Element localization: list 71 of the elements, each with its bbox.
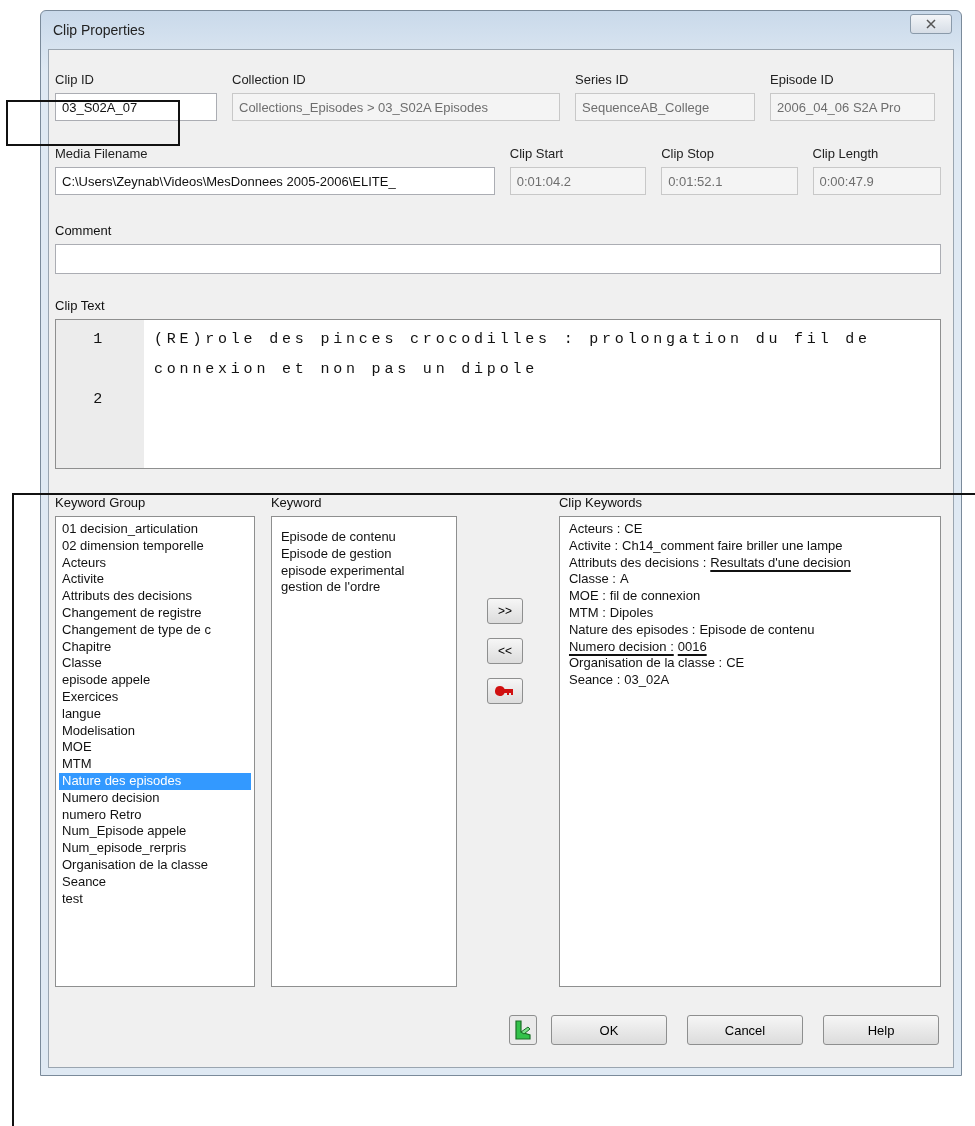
list-box[interactable]: Episode de contenu Episode de gestion episode experimental gestion de l'ordre — [270, 516, 457, 987]
field-label: Series ID — [575, 72, 630, 88]
field-label: Collection ID — [232, 72, 307, 88]
line-number: 2 — [92, 390, 107, 410]
text-field[interactable] — [55, 244, 941, 274]
list-item[interactable]: Num_episode_rerpris — [59, 840, 190, 857]
list-item[interactable]: MTM — [59, 756, 95, 773]
field-label: Clip Stop — [661, 146, 715, 162]
list-item[interactable]: Seance : 03_02A — [566, 672, 673, 689]
move-button[interactable]: << — [487, 638, 523, 664]
field-label: Clip Start — [509, 146, 565, 162]
list-item[interactable]: Seance — [59, 873, 110, 891]
list-item[interactable]: Chapitre — [59, 638, 115, 656]
list-item[interactable]: Attributs des decisions : Resultats d'une decision — [566, 554, 854, 572]
text-editor[interactable]: 1 2 (RE)role des pinces crocodilles : prolongation du fil de connexion et non pas un dipole — [55, 319, 941, 469]
list-item[interactable]: MOE : fil de connexion — [566, 588, 704, 605]
list-label: Keyword — [270, 495, 323, 511]
close-icon — [926, 19, 936, 29]
move-button[interactable]: >> — [487, 598, 523, 624]
field-label: Clip Length — [812, 146, 880, 162]
list-item[interactable]: gestion de l'ordre — [277, 579, 384, 597]
close-button[interactable] — [910, 14, 952, 34]
dialog-button[interactable]: OK — [551, 1015, 667, 1045]
list-item[interactable]: numero Retro — [59, 806, 145, 824]
list-label: Clip Keywords — [559, 495, 644, 511]
list-item[interactable]: Activite : Ch14_comment faire briller une lampe — [566, 537, 846, 555]
field-label: Media Filename — [55, 146, 149, 162]
field-label: Clip Text — [55, 298, 106, 314]
list-item[interactable]: episode experimental — [277, 562, 408, 580]
field-label: Episode ID — [770, 72, 835, 88]
list-box[interactable] — [559, 516, 941, 987]
list-item[interactable]: Exercices — [59, 688, 122, 706]
list-item[interactable]: Episode de gestion — [277, 545, 395, 563]
dialog-button[interactable]: Help — [823, 1015, 939, 1045]
list-item[interactable]: Nature des episodes : Episode de contenu — [566, 621, 818, 639]
list-item[interactable]: Num_Episode appele — [59, 823, 190, 841]
text-field[interactable]: C:\Users\Zeynab\Videos\MesDonnees 2005-2006\ELITE_ — [55, 167, 495, 195]
list-item[interactable]: Attributs des decisions — [59, 588, 196, 605]
field-label: Comment — [55, 223, 113, 239]
document-icon — [514, 1020, 532, 1040]
list-item[interactable]: Organisation de la classe — [59, 856, 211, 874]
list-item[interactable]: episode appele — [59, 672, 154, 689]
list-item[interactable]: Episode de contenu — [277, 529, 399, 546]
list-item[interactable]: Numero decision : 0016 — [566, 638, 710, 656]
dialog-button[interactable]: Cancel — [687, 1015, 803, 1045]
list-item[interactable]: langue — [59, 705, 105, 723]
list-item[interactable]: Acteurs — [59, 554, 110, 572]
list-box[interactable] — [55, 516, 255, 987]
list-item[interactable]: Acteurs : CE — [566, 521, 646, 538]
list-item[interactable]: MOE — [59, 739, 95, 757]
list-item[interactable]: Numero decision — [59, 789, 163, 807]
list-item[interactable]: Classe — [59, 655, 105, 673]
list-item[interactable]: 02 dimension temporelle — [59, 537, 207, 555]
text-line: (RE)role des pinces crocodilles : prolongation du fil de connexion et non pas un dipole — [154, 330, 872, 380]
window-title: Clip Properties — [53, 22, 145, 38]
list-label: Keyword Group — [55, 495, 147, 511]
list-item[interactable]: Changement de type de c — [59, 621, 214, 639]
list-item[interactable]: Classe : A — [566, 571, 632, 589]
icon-button[interactable] — [509, 1015, 537, 1045]
line-number: 1 — [92, 330, 107, 350]
delete-button[interactable] — [487, 678, 523, 704]
list-item[interactable]: Activite — [59, 571, 107, 589]
field-label: Clip ID — [55, 72, 95, 88]
key-icon — [495, 686, 515, 696]
list-item[interactable]: MTM : Dipoles — [566, 605, 657, 622]
list-item[interactable]: 01 decision_articulation — [59, 521, 201, 538]
list-item[interactable]: Modelisation — [59, 722, 138, 740]
list-item[interactable]: Organisation de la classe : CE — [566, 655, 748, 673]
text-field[interactable]: 03_S02A_07 — [55, 93, 217, 121]
list-item[interactable]: Changement de registre — [59, 605, 205, 622]
list-item[interactable]: test — [59, 890, 86, 908]
